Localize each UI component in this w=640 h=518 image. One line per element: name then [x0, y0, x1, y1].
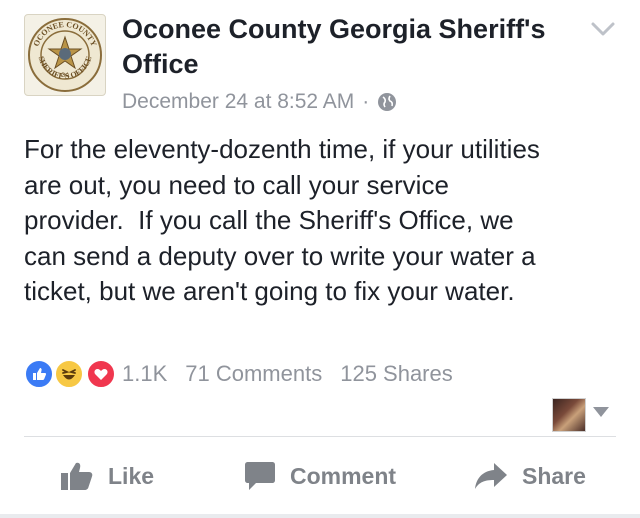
like-icon [24, 359, 54, 389]
facebook-post: OCONEE COUNTY SHERIFF'S OFFICE GA Oconee… [0, 0, 640, 518]
reaction-count[interactable]: 1.1K [122, 361, 167, 387]
share-arrow-icon [475, 463, 507, 489]
chevron-down-icon[interactable] [592, 406, 610, 418]
reaction-icons[interactable] [24, 357, 122, 391]
shares-count[interactable]: 125 Shares [340, 361, 453, 387]
post-body-text: For the eleventy-dozenth time, if your u… [24, 134, 540, 306]
haha-icon [54, 359, 84, 389]
page-avatar[interactable]: OCONEE COUNTY SHERIFF'S OFFICE GA [24, 14, 106, 96]
like-label: Like [108, 462, 155, 489]
like-button[interactable]: Like [60, 452, 154, 500]
divider [24, 436, 616, 437]
viewer-avatar[interactable] [552, 398, 586, 432]
post-timestamp[interactable]: December 24 at 8:52 AM [122, 88, 354, 116]
comment-button[interactable]: Comment [244, 452, 396, 500]
post-bottom-border [0, 514, 640, 518]
reactions-summary[interactable]: 1.1K 71 Comments 125 Shares [24, 356, 471, 392]
comment-label: Comment [290, 462, 397, 489]
share-label: Share [522, 462, 586, 489]
page-name-link[interactable]: Oconee County Georgia Sheriff's Office [122, 12, 572, 82]
thumbs-up-icon [61, 462, 93, 490]
svg-text:GA: GA [61, 73, 70, 79]
comment-icon [245, 462, 275, 490]
sheriff-seal-logo: OCONEE COUNTY SHERIFF'S OFFICE GA [28, 18, 102, 92]
globe-icon [378, 93, 397, 111]
love-icon [86, 359, 116, 389]
chevron-down-icon[interactable] [590, 20, 616, 38]
post-meta: December 24 at 8:52 AM · [122, 88, 397, 116]
share-button[interactable]: Share [474, 452, 586, 500]
comments-count[interactable]: 71 Comments [185, 361, 322, 387]
meta-separator: · [362, 90, 370, 113]
